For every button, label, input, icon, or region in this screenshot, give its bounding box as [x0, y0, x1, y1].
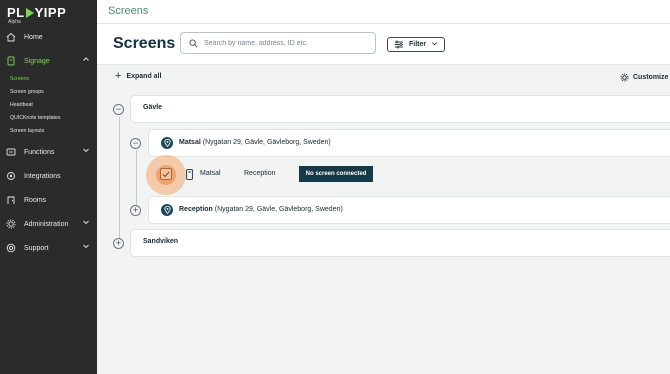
sidebar-sub-screen-groups[interactable]: Screen groups — [10, 89, 44, 95]
expand-all-label: Expand all — [126, 73, 162, 80]
filter-label: Filter — [409, 41, 427, 48]
group-card-sandviken[interactable] — [130, 229, 670, 257]
group-name: Sandviken — [143, 238, 179, 245]
collapse-toggle[interactable]: − — [130, 138, 141, 149]
screen-select-checkbox[interactable] — [160, 168, 172, 180]
gear-icon — [620, 73, 629, 82]
integrations-icon — [6, 171, 16, 181]
sidebar-item-label: Signage — [24, 57, 50, 65]
customize-label: Customize — [633, 74, 669, 81]
sidebar-item-label: Functions — [24, 148, 55, 156]
location-address: (Nygatan 29, Gävle, Gävleborg, Sweden) — [214, 206, 343, 213]
group-card-gavle[interactable] — [130, 95, 670, 123]
screen-location: Reception — [244, 170, 276, 177]
playipp-logo[interactable]: PL YIPP — [7, 5, 66, 20]
collapse-toggle[interactable]: − — [113, 104, 124, 115]
gear-icon — [6, 219, 16, 229]
topbar: Screens — [97, 0, 670, 24]
tree-line — [119, 117, 120, 243]
chevron-down-icon — [82, 146, 90, 156]
sidebar-sub-quicknote-templates[interactable]: QUICKnote templates — [10, 115, 60, 121]
sidebar-item-rooms[interactable]: Rooms — [0, 189, 97, 211]
search-box[interactable] — [180, 32, 376, 54]
chevron-up-icon — [82, 55, 90, 65]
chevron-down-icon — [82, 218, 90, 228]
home-icon — [6, 32, 16, 42]
search-icon — [189, 38, 198, 48]
status-badge: No screen connected — [299, 166, 373, 182]
sidebar-item-home[interactable]: Home — [0, 26, 97, 48]
location-pin-icon — [161, 137, 173, 149]
signage-icon — [6, 56, 16, 66]
sidebar-item-support[interactable]: Support — [0, 237, 97, 259]
plus-icon: + — [115, 70, 122, 82]
location-name: Reception — [179, 206, 213, 213]
expand-toggle[interactable]: + — [130, 205, 141, 216]
location-title: Matsal (Nygatan 29, Gävle, Gävleborg, Sw… — [179, 139, 331, 146]
screen-device-icon — [186, 167, 193, 185]
chevron-down-icon — [82, 242, 90, 252]
sidebar-item-administration[interactable]: Administration — [0, 213, 97, 235]
location-pin-icon — [161, 204, 173, 216]
location-address: (Nygatan 29, Gävle, Gävleborg, Sweden) — [202, 139, 331, 146]
expand-all-button[interactable]: + Expand all — [115, 70, 162, 82]
group-name: Gävle — [143, 104, 163, 111]
tree-toolbar: + Expand all Customize — [97, 66, 670, 90]
location-title: Reception (Nygatan 29, Gävle, Gävleborg,… — [179, 206, 343, 213]
chevron-down-icon — [431, 40, 438, 49]
sidebar-item-label: Support — [24, 244, 49, 252]
sliders-icon — [394, 40, 404, 49]
sidebar-item-integrations[interactable]: Integrations — [0, 165, 97, 187]
sidebar-item-functions[interactable]: Functions — [0, 141, 97, 163]
screen-name: Matsal — [200, 170, 221, 177]
expand-toggle[interactable]: + — [113, 238, 124, 249]
functions-icon — [6, 147, 16, 157]
sidebar: PL YIPP Alpha Home Signage Screens Screen… — [0, 0, 97, 374]
filter-button[interactable]: Filter — [387, 37, 445, 52]
support-icon — [6, 243, 16, 253]
environment-label: Alpha — [8, 19, 21, 25]
sidebar-item-label: Home — [24, 33, 43, 41]
sidebar-sub-screen-layouts[interactable]: Screen layouts — [10, 128, 44, 134]
sidebar-sub-heartbeat[interactable]: Heartbeat — [10, 102, 33, 108]
location-name: Matsal — [179, 139, 201, 146]
tree-line — [136, 150, 137, 210]
page-header: Screens Filter — [97, 24, 670, 65]
page-title: Screens — [113, 35, 176, 52]
sidebar-sub-screens[interactable]: Screens — [10, 76, 29, 82]
rooms-icon — [6, 195, 16, 205]
sidebar-item-label: Administration — [24, 220, 69, 228]
sidebar-item-signage[interactable]: Signage — [0, 50, 97, 72]
breadcrumb: Screens — [108, 5, 149, 17]
sidebar-item-label: Rooms — [24, 196, 47, 204]
customize-button[interactable]: Customize — [620, 73, 668, 82]
sidebar-item-label: Integrations — [24, 172, 61, 180]
play-icon — [25, 8, 34, 18]
search-input[interactable] — [204, 39, 364, 47]
